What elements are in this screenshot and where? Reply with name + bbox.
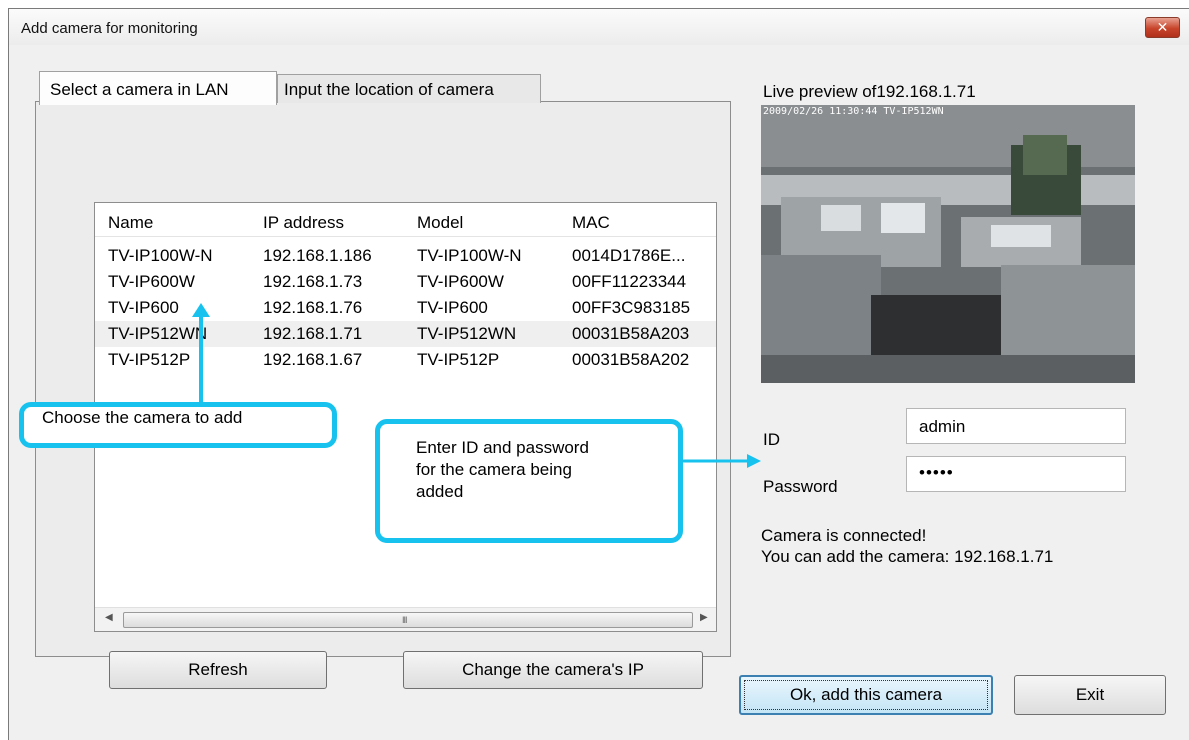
camera-live-preview: 2009/02/26 11:30:44 TV-IP512WN xyxy=(761,105,1135,383)
preview-label: Live preview of192.168.1.71 xyxy=(763,82,976,101)
camera-mac: 00FF11223344 xyxy=(572,272,687,291)
column-header-mac[interactable]: MAC xyxy=(572,213,610,233)
camera-mac: 0014D1786E... xyxy=(572,246,686,265)
enter-credentials-callout: Enter ID and password for the camera bei… xyxy=(375,419,683,543)
id-label: ID xyxy=(763,430,780,449)
camera-ip: 192.168.1.71 xyxy=(263,324,363,343)
column-header-ip[interactable]: IP address xyxy=(263,213,344,233)
camera-ip: 192.168.1.186 xyxy=(263,246,372,265)
credentials-arrow xyxy=(679,454,761,468)
choose-arrow xyxy=(192,303,210,407)
close-button[interactable]: ✕ xyxy=(1145,17,1180,38)
focus-outline xyxy=(744,680,988,710)
camera-ip: 192.168.1.76 xyxy=(263,298,363,317)
horizontal-scrollbar[interactable]: ◀ III ▶ xyxy=(95,607,716,631)
camera-list-header: Name IP address Model MAC xyxy=(95,203,716,237)
preview-timestamp: 2009/02/26 11:30:44 TV-IP512WN xyxy=(763,106,944,117)
scroll-grip: III xyxy=(402,615,407,625)
camera-ip: 192.168.1.73 xyxy=(263,272,363,291)
camera-model: TV-IP512P xyxy=(417,350,500,369)
scroll-left-icon[interactable]: ◀ xyxy=(105,612,113,623)
password-label: Password xyxy=(763,477,838,496)
password-field[interactable]: ••••• xyxy=(906,456,1126,492)
column-header-name[interactable]: Name xyxy=(108,213,153,233)
id-field[interactable]: admin xyxy=(906,408,1126,444)
camera-mac: 00FF3C983185 xyxy=(572,298,691,317)
choose-camera-callout: Choose the camera to add xyxy=(19,402,337,448)
camera-row-selected[interactable]: TV-IP512WN 192.168.1.71 TV-IP512WN 00031… xyxy=(95,321,716,347)
callout-line-2: for the camera being xyxy=(416,460,572,479)
camera-name: TV-IP600 xyxy=(108,298,179,317)
camera-model: TV-IP600W xyxy=(417,272,504,291)
callout-line-3: added xyxy=(416,482,464,501)
add-camera-window: Add camera for monitoring ✕ Name IP addr… xyxy=(8,8,1189,740)
tab-input-location[interactable]: Input the location of camera xyxy=(277,74,541,103)
refresh-button[interactable]: Refresh xyxy=(109,651,327,689)
camera-row[interactable]: TV-IP600 192.168.1.76 TV-IP600 00FF3C983… xyxy=(95,295,716,321)
dialog-content: Name IP address Model MAC TV-IP100W-N 19… xyxy=(9,45,1189,740)
scroll-thumb[interactable]: III xyxy=(123,612,693,628)
connection-status: Camera is connected! You can add the cam… xyxy=(761,525,1053,567)
tab-select-lan[interactable]: Select a camera in LAN xyxy=(39,71,277,105)
preview-image xyxy=(761,105,1135,383)
status-line-2: You can add the camera: 192.168.1.71 xyxy=(761,547,1054,566)
callout-line-1: Enter ID and password xyxy=(416,438,589,457)
ok-add-camera-button[interactable]: Ok, add this camera xyxy=(739,675,993,715)
exit-button[interactable]: Exit xyxy=(1014,675,1166,715)
camera-mac: 00031B58A203 xyxy=(572,324,690,343)
camera-name: TV-IP600W xyxy=(108,272,195,291)
camera-row[interactable]: TV-IP100W-N 192.168.1.186 TV-IP100W-N 00… xyxy=(95,243,716,269)
camera-row[interactable]: TV-IP600W 192.168.1.73 TV-IP600W 00FF112… xyxy=(95,269,716,295)
column-header-model[interactable]: Model xyxy=(417,213,463,233)
camera-model: TV-IP600 xyxy=(417,298,488,317)
tab-panel: Name IP address Model MAC TV-IP100W-N 19… xyxy=(35,101,731,689)
change-ip-button[interactable]: Change the camera's IP xyxy=(403,651,703,689)
status-line-1: Camera is connected! xyxy=(761,526,927,545)
camera-ip: 192.168.1.67 xyxy=(263,350,363,369)
camera-name: TV-IP512P xyxy=(108,350,191,369)
camera-model: TV-IP100W-N xyxy=(417,246,522,265)
scroll-right-icon[interactable]: ▶ xyxy=(700,612,708,623)
camera-row[interactable]: TV-IP512P 192.168.1.67 TV-IP512P 00031B5… xyxy=(95,347,716,373)
camera-name: TV-IP100W-N xyxy=(108,246,213,265)
camera-model: TV-IP512WN xyxy=(417,324,517,343)
window-title: Add camera for monitoring xyxy=(21,20,198,37)
title-bar: Add camera for monitoring ✕ xyxy=(9,9,1189,45)
camera-mac: 00031B58A202 xyxy=(572,350,690,369)
